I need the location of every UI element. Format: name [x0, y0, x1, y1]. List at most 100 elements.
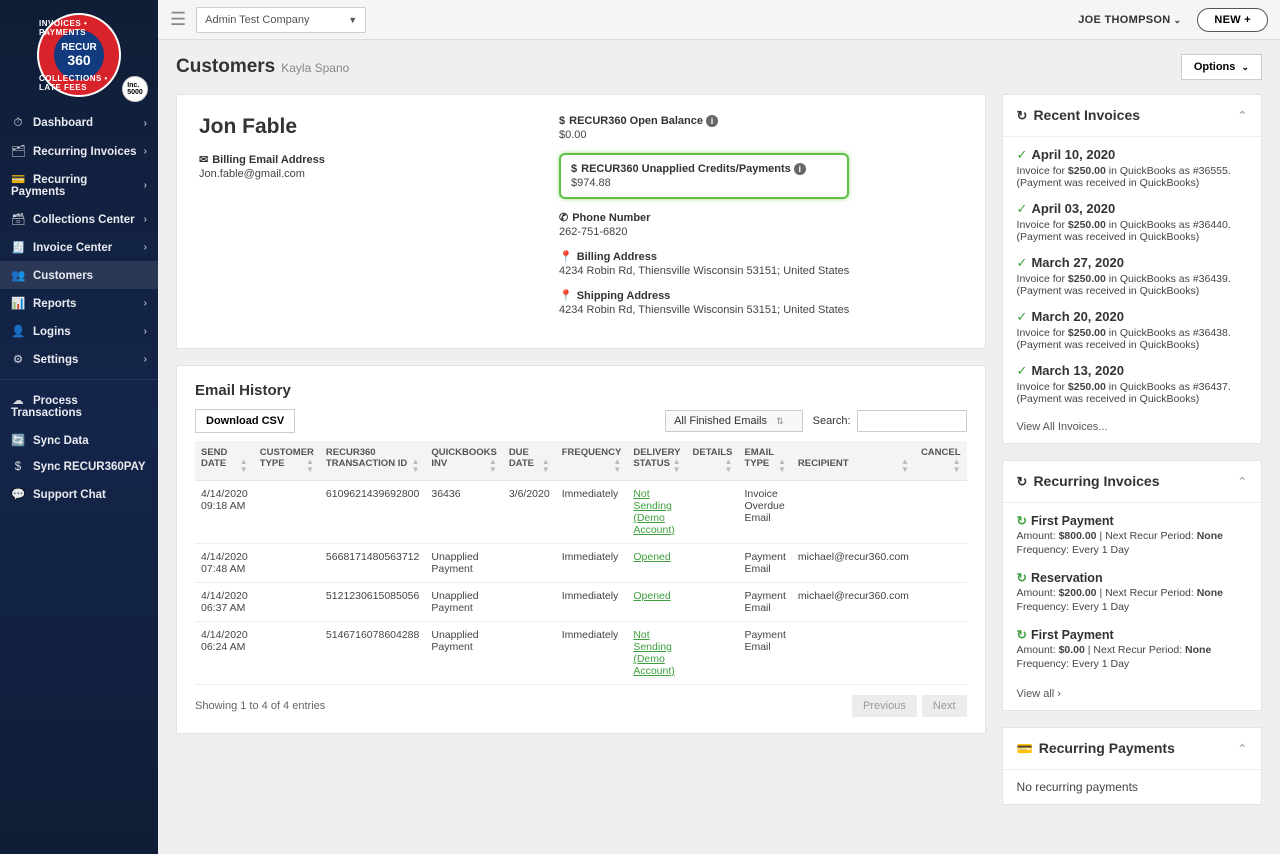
email-filter-select[interactable]: All Finished Emails ⇅: [665, 410, 803, 432]
delivery-status-link[interactable]: Opened: [633, 551, 670, 563]
chevron-right-icon: ›: [144, 326, 147, 337]
column-header[interactable]: FREQUENCY▲▼: [556, 441, 628, 481]
recurring-invoice-item[interactable]: ↻ReservationAmount: $200.00 | Next Recur…: [1017, 570, 1247, 613]
view-all-recurring-link[interactable]: View all ›: [1017, 688, 1061, 700]
nav-icon: ⚙: [11, 352, 25, 366]
check-icon: ✓: [1017, 255, 1028, 270]
column-header[interactable]: SENDDATE▲▼: [195, 441, 254, 481]
nav-icon: 🗃: [11, 212, 25, 226]
sidebar-item-label: Dashboard: [33, 117, 93, 129]
nav-icon: 🗂: [11, 144, 25, 158]
check-icon: ✓: [1017, 201, 1028, 216]
prev-button[interactable]: Previous: [852, 695, 917, 717]
sidebar-item-customers[interactable]: 👥Customers›: [0, 261, 158, 289]
sidebar-item-process-transactions[interactable]: ☁Process Transactions: [0, 386, 158, 426]
delivery-status-link[interactable]: Not Sending (Demo Account): [633, 629, 674, 677]
email-history-title: Email History: [195, 382, 967, 399]
chevron-right-icon: ›: [144, 146, 147, 157]
nav-icon: 🧾: [11, 240, 25, 254]
sidebar-item-label: Collections Center: [33, 214, 135, 226]
recent-invoice-item[interactable]: ✓March 27, 2020Invoice for $250.00 in Qu…: [1017, 255, 1247, 297]
chevron-down-icon: ▼: [348, 15, 357, 25]
sort-icon: ▲▼: [953, 458, 961, 474]
sort-icon: ▲▼: [778, 458, 786, 474]
column-header[interactable]: QUICKBOOKSINV▲▼: [425, 441, 502, 481]
sort-icon: ▲▼: [725, 458, 733, 474]
chevron-right-icon: ›: [144, 180, 147, 191]
column-header[interactable]: CUSTOMERTYPE▲▼: [254, 441, 320, 481]
sidebar-item-support-chat[interactable]: 💬Support Chat: [0, 480, 158, 508]
info-icon[interactable]: i: [794, 163, 806, 175]
chevron-right-icon: ›: [1057, 688, 1061, 700]
sidebar-item-label: Sync RECUR360PAY: [33, 461, 146, 473]
recent-invoice-item[interactable]: ✓March 13, 2020Invoice for $250.00 in Qu…: [1017, 363, 1247, 405]
nav-icon: 💳: [11, 172, 25, 186]
open-balance-value: $0.00: [559, 129, 849, 141]
chevron-right-icon: ›: [144, 354, 147, 365]
view-all-invoices-link[interactable]: View All Invoices...: [1017, 421, 1108, 433]
sidebar-item-label: Logins: [33, 326, 71, 338]
billing-address: 4234 Robin Rd, Thiensville Wisconsin 531…: [559, 265, 849, 277]
menu-icon[interactable]: ☰: [170, 9, 186, 30]
column-header[interactable]: DUEDATE▲▼: [503, 441, 556, 481]
sidebar-item-sync-recur360pay[interactable]: $ Sync RECUR360PAY: [0, 454, 158, 480]
chevron-right-icon: ›: [144, 214, 147, 225]
recent-invoice-item[interactable]: ✓April 03, 2020Invoice for $250.00 in Qu…: [1017, 201, 1247, 243]
collapse-icon[interactable]: ⌃: [1238, 475, 1247, 488]
column-header[interactable]: DETAILS▲▼: [687, 441, 739, 481]
nav-icon: ☁: [11, 393, 25, 407]
info-icon[interactable]: i: [706, 115, 718, 127]
new-button[interactable]: NEW +: [1197, 8, 1268, 32]
sidebar-item-logins[interactable]: 👤Logins›: [0, 317, 158, 345]
sort-icon: ▲▼: [542, 458, 550, 474]
search-input[interactable]: [857, 410, 967, 432]
sort-icon: ▲▼: [489, 458, 497, 474]
recurring-payments-panel: 💳Recurring Payments ⌃ No recurring payme…: [1002, 727, 1262, 805]
customer-name: Jon Fable: [199, 115, 509, 139]
sidebar-item-collections-center[interactable]: 🗃 Collections Center ›: [0, 205, 158, 233]
delivery-status-link[interactable]: Opened: [633, 590, 670, 602]
chevron-down-icon: ⌄: [1241, 62, 1249, 72]
sidebar-item-reports[interactable]: 📊Reports›: [0, 289, 158, 317]
recent-invoice-item[interactable]: ✓March 20, 2020Invoice for $250.00 in Qu…: [1017, 309, 1247, 351]
collapse-icon[interactable]: ⌃: [1238, 742, 1247, 755]
card-icon: 💳: [1017, 741, 1033, 756]
column-header[interactable]: RECUR360TRANSACTION ID▲▼: [320, 441, 425, 481]
sidebar-item-settings[interactable]: ⚙Settings›: [0, 345, 158, 373]
sidebar-item-label: Reports: [33, 298, 76, 310]
company-select[interactable]: Admin Test Company▼: [196, 7, 366, 33]
check-icon: ✓: [1017, 309, 1028, 324]
unapplied-value: $974.88: [571, 177, 837, 189]
pin-icon: 📍: [559, 290, 573, 302]
options-button[interactable]: Options ⌄: [1181, 54, 1262, 80]
sort-icon: ▲▼: [613, 458, 621, 474]
recurring-invoice-item[interactable]: ↻First PaymentAmount: $800.00 | Next Rec…: [1017, 513, 1247, 556]
inc5000-badge: Inc.5000: [122, 76, 148, 102]
sort-icon: ▲▼: [901, 458, 909, 474]
sort-icon: ⇅: [776, 416, 784, 426]
table-row: 4/14/202009:18 AM6109621439692800364363/…: [195, 481, 967, 544]
nav-icon: 👥: [11, 268, 25, 282]
download-csv-button[interactable]: Download CSV: [195, 409, 295, 433]
sidebar-item-dashboard[interactable]: ⏱Dashboard›: [0, 110, 158, 137]
user-menu[interactable]: JOE THOMPSON⌄: [1078, 14, 1181, 26]
unapplied-credits-highlight: $RECUR360 Unapplied Credits/Paymentsi $9…: [559, 153, 849, 199]
collapse-icon[interactable]: ⌃: [1238, 109, 1247, 122]
delivery-status-link[interactable]: Not Sending (Demo Account): [633, 488, 674, 536]
column-header[interactable]: CANCEL▲▼: [915, 441, 967, 481]
sidebar-item-recurring-invoices[interactable]: 🗂Recurring Invoices›: [0, 137, 158, 165]
nav-icon: $: [11, 461, 25, 473]
next-button[interactable]: Next: [922, 695, 967, 717]
recurring-invoice-item[interactable]: ↻First PaymentAmount: $0.00 | Next Recur…: [1017, 627, 1247, 670]
sort-icon: ▲▼: [673, 458, 681, 474]
refresh-icon: ↻: [1017, 628, 1027, 642]
column-header[interactable]: EMAILTYPE▲▼: [738, 441, 791, 481]
sidebar-item-sync-data[interactable]: 🔄Sync Data: [0, 426, 158, 454]
column-header[interactable]: DELIVERYSTATUS▲▼: [627, 441, 686, 481]
recurring-invoices-panel: ↻Recurring Invoices ⌃ ↻First PaymentAmou…: [1002, 460, 1262, 711]
recent-invoice-item[interactable]: ✓April 10, 2020Invoice for $250.00 in Qu…: [1017, 147, 1247, 189]
sidebar-item-recurring-payments[interactable]: 💳Recurring Payments›: [0, 165, 158, 205]
sidebar-item-invoice-center[interactable]: 🧾Invoice Center›: [0, 233, 158, 261]
nav-icon: ⏱: [11, 117, 25, 130]
column-header[interactable]: RECIPIENT▲▼: [792, 441, 915, 481]
